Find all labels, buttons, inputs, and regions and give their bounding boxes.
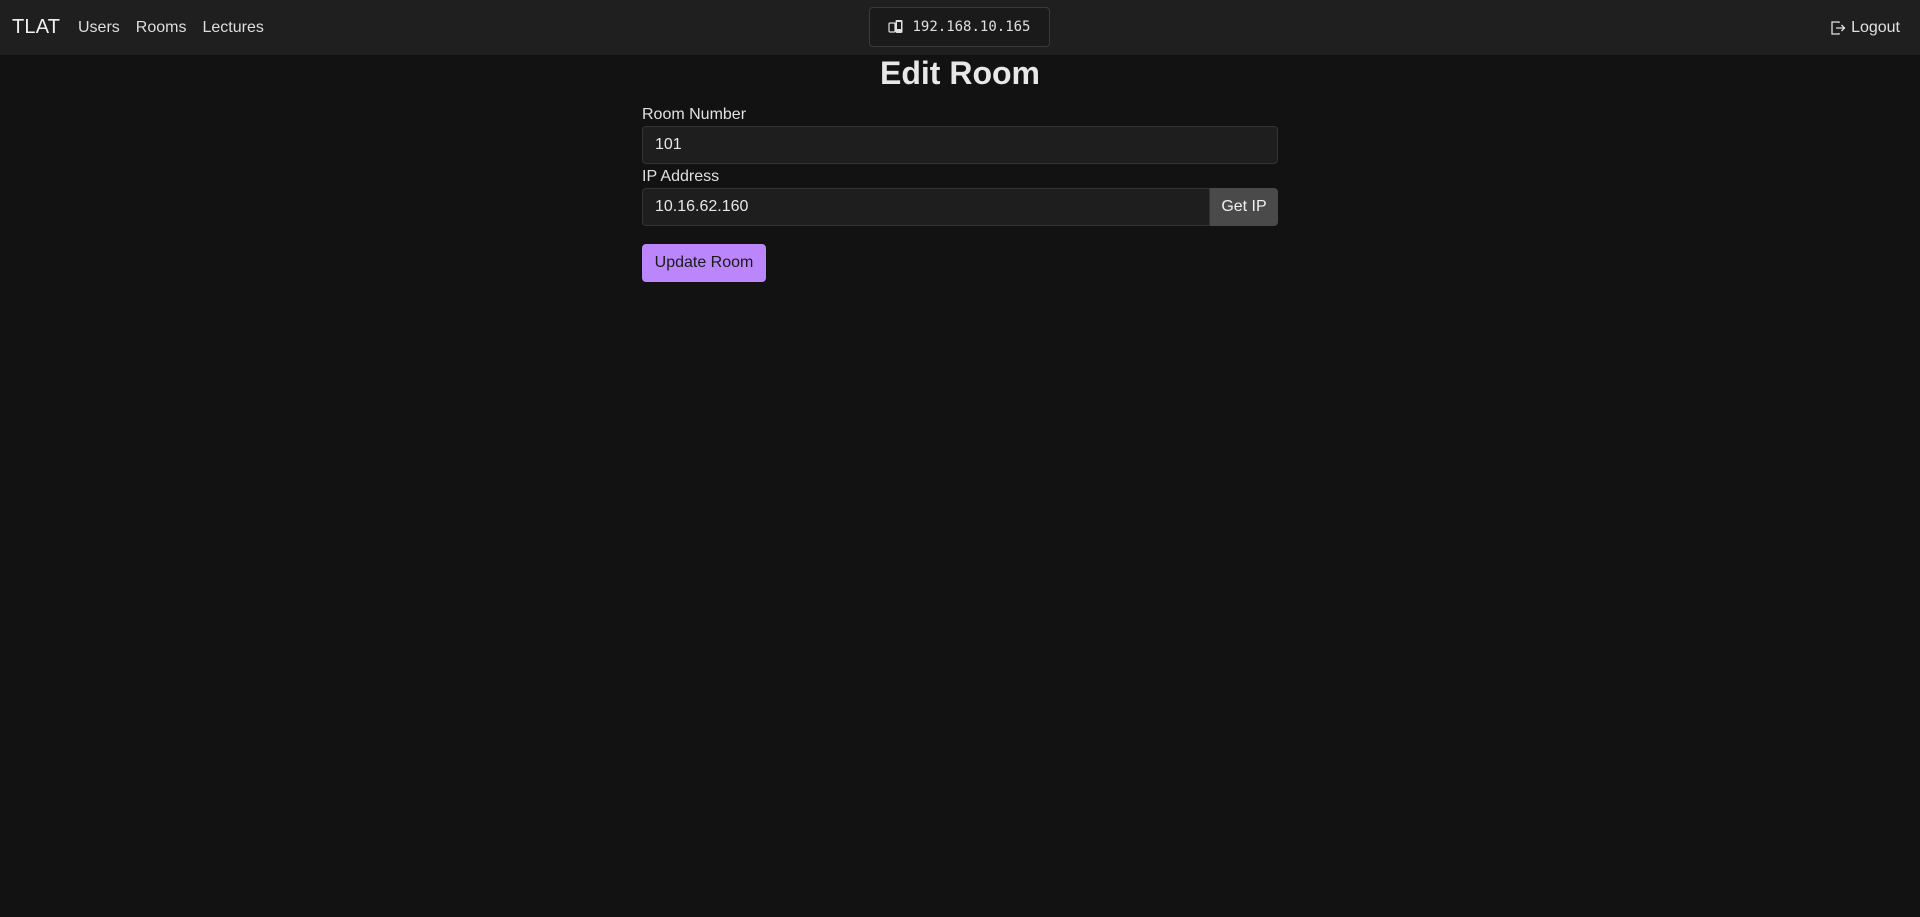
update-room-button[interactable]: Update Room	[642, 244, 766, 282]
edit-room-form: Room Number IP Address Get IP Update Roo…	[642, 104, 1278, 282]
nav-link-users[interactable]: Users	[78, 19, 120, 37]
page-title: Edit Room	[880, 55, 1040, 91]
nav-link-rooms[interactable]: Rooms	[136, 19, 187, 37]
logout-button[interactable]: Logout	[1830, 19, 1900, 37]
brand-link[interactable]: TLAT	[12, 16, 60, 39]
room-number-field: Room Number	[642, 104, 1278, 164]
room-number-input[interactable]	[642, 126, 1278, 164]
ip-address-field: IP Address Get IP	[642, 166, 1278, 226]
navbar: TLAT Users Rooms Lectures 192.168.10.165…	[0, 0, 1920, 55]
get-ip-button[interactable]: Get IP	[1210, 188, 1278, 226]
room-number-label: Room Number	[642, 106, 747, 123]
nav-link-lectures[interactable]: Lectures	[202, 19, 263, 37]
ip-address-label: IP Address	[642, 168, 720, 185]
device-ip-indicator: 192.168.10.165	[869, 7, 1050, 47]
logout-icon	[1830, 20, 1846, 36]
logout-label: Logout	[1851, 19, 1900, 36]
device-icon	[888, 19, 904, 35]
device-ip-text: 192.168.10.165	[912, 19, 1031, 35]
ip-address-input-group: Get IP	[642, 188, 1278, 226]
nav-links: Users Rooms Lectures	[78, 19, 280, 37]
ip-address-input[interactable]	[642, 188, 1210, 226]
